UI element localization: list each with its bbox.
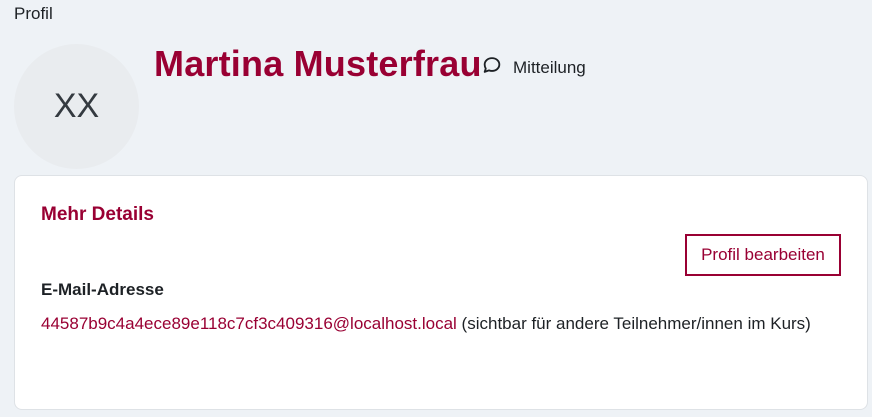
details-title: Mehr Details [41,204,154,225]
avatar-initials: XX [53,87,100,125]
email-value-line: 44587b9c4a4ece89e118c7cf3c409316@localho… [41,310,841,338]
page-title: Martina Musterfrau [154,43,482,84]
breadcrumb: Profil [14,4,53,23]
speech-bubble-icon [481,54,503,81]
message-button[interactable]: Mitteilung [481,54,586,81]
edit-profile-button[interactable]: Profil bearbeiten [685,234,841,276]
details-card: Mehr Details Profil bearbeiten E-Mail-Ad… [14,175,868,410]
avatar: XX [14,44,139,169]
email-label: E-Mail-Adresse [41,280,164,299]
message-label: Mitteilung [513,57,586,77]
email-visibility-note: (sichtbar für andere Teilnehmer/innen im… [456,314,811,333]
email-link[interactable]: 44587b9c4a4ece89e118c7cf3c409316@localho… [41,314,457,333]
